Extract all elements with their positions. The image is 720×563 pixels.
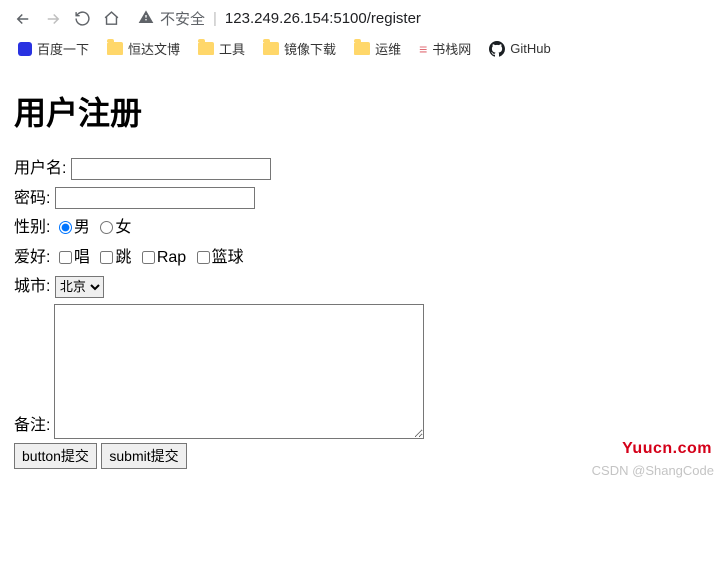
bookmark-tools[interactable]: 工具 [198, 39, 245, 58]
option-rap: Rap [157, 249, 186, 266]
radio-male[interactable] [59, 221, 72, 234]
checkbox-sing[interactable] [59, 251, 72, 264]
option-sing: 唱 [74, 249, 90, 266]
row-username: 用户名: [14, 156, 706, 182]
page-body: 用户注册 用户名: 密码: 性别: 男 女 爱好: 唱 跳 Rap 篮球 城市:… [0, 68, 720, 480]
option-basketball: 篮球 [212, 249, 244, 266]
bookmark-hengda[interactable]: 恒达文博 [107, 39, 180, 58]
bookmark-github[interactable]: GitHub [489, 41, 550, 57]
label-city: 城市: [14, 278, 50, 295]
row-password: 密码: [14, 186, 706, 212]
page-title: 用户注册 [14, 88, 706, 134]
watermark-site: Yuucn.com [622, 440, 712, 458]
checkbox-dance[interactable] [100, 251, 113, 264]
folder-icon [198, 42, 214, 55]
row-city: 城市: 北京 [14, 274, 706, 300]
row-hobby: 爱好: 唱 跳 Rap 篮球 [14, 245, 706, 271]
row-remark: 备注: [14, 304, 706, 439]
baidu-icon [18, 42, 32, 56]
username-input[interactable] [71, 158, 271, 180]
label-password: 密码: [14, 190, 50, 207]
label-hobby: 爱好: [14, 249, 50, 266]
watermark-author: CSDN @ShangCode [592, 463, 714, 478]
checkbox-rap[interactable] [142, 251, 155, 264]
label-username: 用户名: [14, 160, 66, 177]
city-select[interactable]: 北京 [55, 276, 104, 298]
address-bar[interactable]: 不安全 | 123.249.26.154:5100/register [132, 8, 706, 29]
folder-icon [263, 42, 279, 55]
forward-icon [44, 10, 62, 28]
bookmarks-bar: 百度一下 恒达文博 工具 镜像下载 运维 ≡ 书栈网 GitHub [0, 33, 720, 68]
folder-icon [107, 42, 123, 55]
insecure-label: 不安全 [160, 8, 205, 29]
url-text: 123.249.26.154:5100/register [225, 10, 421, 27]
button-submit[interactable]: button提交 [14, 443, 97, 469]
bookmark-bookstack[interactable]: ≡ 书栈网 [419, 39, 471, 58]
insecure-warning-icon [138, 9, 154, 29]
row-gender: 性别: 男 女 [14, 215, 706, 241]
submit-button[interactable]: submit提交 [101, 443, 186, 469]
option-dance: 跳 [115, 249, 131, 266]
browser-toolbar: 不安全 | 123.249.26.154:5100/register [0, 0, 720, 33]
password-input[interactable] [55, 187, 255, 209]
bookmark-ops[interactable]: 运维 [354, 39, 401, 58]
folder-icon [354, 42, 370, 55]
label-gender: 性别: [14, 219, 50, 236]
radio-female[interactable] [100, 221, 113, 234]
reload-icon[interactable] [74, 10, 91, 27]
label-remark: 备注: [14, 413, 50, 439]
bookstack-icon: ≡ [419, 41, 427, 57]
github-icon [489, 41, 505, 57]
back-icon[interactable] [14, 10, 32, 28]
option-male: 男 [74, 219, 90, 236]
bookmark-baidu[interactable]: 百度一下 [18, 39, 89, 58]
bookmark-mirrors[interactable]: 镜像下载 [263, 39, 336, 58]
option-female: 女 [115, 219, 131, 236]
home-icon[interactable] [103, 10, 120, 27]
separator: | [213, 10, 217, 27]
remark-textarea[interactable] [54, 304, 424, 439]
checkbox-basketball[interactable] [197, 251, 210, 264]
